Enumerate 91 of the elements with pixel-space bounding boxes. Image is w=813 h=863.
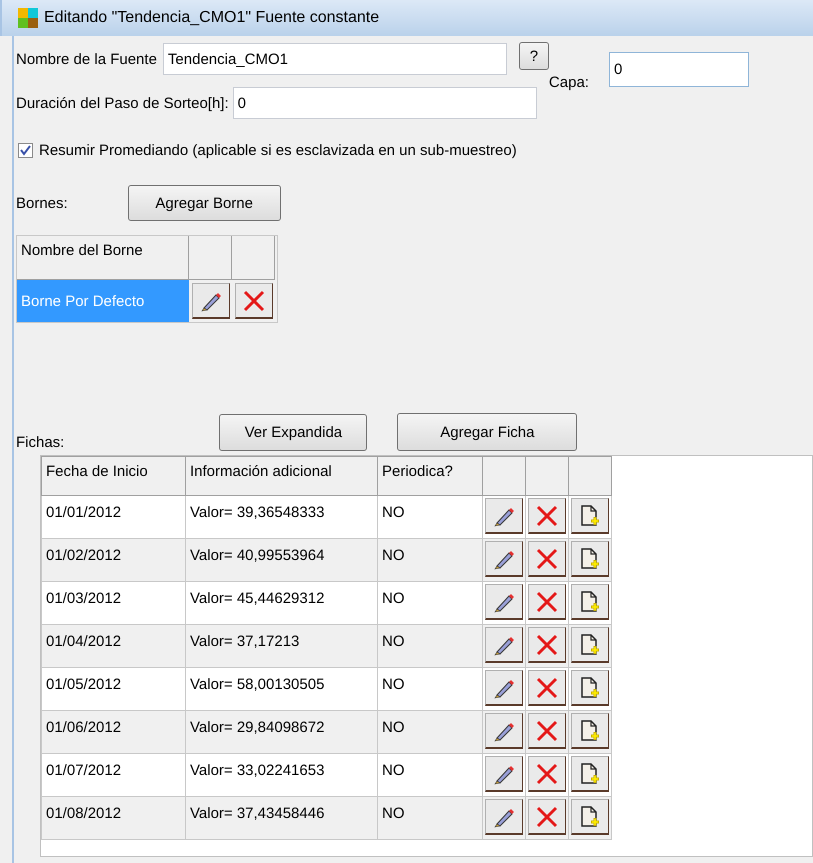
delete-button[interactable] [528, 498, 566, 534]
add-document-button[interactable] [571, 541, 609, 577]
edit-button[interactable] [485, 498, 523, 534]
add-terminal-button[interactable]: Agregar Borne [128, 185, 281, 221]
table-cell: NO [378, 582, 482, 624]
table-cell: NO [378, 668, 482, 710]
add-document-icon [579, 718, 601, 742]
column-header [482, 456, 526, 496]
edit-button[interactable] [485, 627, 523, 663]
edit-button[interactable] [485, 584, 523, 620]
table-cell: 01/02/2012 [42, 538, 186, 582]
table-cell: 01/08/2012 [42, 796, 186, 840]
input-field[interactable]: 0 [608, 52, 749, 87]
add-document-button[interactable] [571, 799, 609, 835]
table-cell: NO [378, 710, 482, 754]
expand-view-button[interactable]: Ver Expandida [219, 414, 368, 450]
table-cell: 01/05/2012 [42, 668, 186, 710]
table-cell: Valor= 58,00130505 [186, 668, 378, 710]
delete-icon [242, 288, 266, 312]
table-cell: NO [378, 624, 482, 668]
delete-button[interactable] [528, 799, 566, 835]
column-header: Fecha de Inicio [42, 456, 186, 496]
delete-button[interactable] [528, 756, 566, 792]
delete-button[interactable] [528, 670, 566, 706]
add-document-button[interactable] [571, 670, 609, 706]
edit-button[interactable] [485, 799, 523, 835]
add-record-button[interactable]: Agregar Ficha [397, 413, 578, 451]
column-header [526, 456, 568, 496]
table-cell: 01/01/2012 [42, 496, 186, 538]
delete-icon [535, 546, 559, 570]
table-cell: Valor= 37,43458446 [186, 796, 378, 840]
add-document-icon [579, 590, 601, 614]
edit-button[interactable] [485, 713, 523, 749]
add-document-button[interactable] [571, 498, 609, 534]
edit-button[interactable] [192, 283, 230, 319]
add-document-button[interactable] [571, 584, 609, 620]
checkbox[interactable] [18, 143, 33, 158]
table-cell: NO [378, 754, 482, 796]
table-cell: 01/04/2012 [42, 624, 186, 668]
column-header: Información adicional [186, 456, 378, 496]
delete-button[interactable] [234, 283, 272, 319]
add-document-icon [579, 762, 601, 786]
field-label: Duración del Paso de Sorteo[h]: [16, 94, 229, 112]
help-button[interactable]: ? [518, 42, 549, 70]
edit-button[interactable] [485, 670, 523, 706]
add-document-button[interactable] [571, 627, 609, 663]
add-document-button[interactable] [571, 756, 609, 792]
delete-icon [535, 632, 559, 656]
column-header: Periodica? [378, 456, 482, 496]
delete-icon [535, 504, 559, 528]
delete-icon [535, 718, 559, 742]
table-cell: Valor= 37,17213 [186, 624, 378, 668]
input-field[interactable]: 0 [232, 87, 537, 119]
edit-button[interactable] [485, 756, 523, 792]
table-cell: 01/03/2012 [42, 582, 186, 624]
column-header [232, 236, 275, 280]
column-header [568, 456, 612, 496]
add-document-icon [579, 632, 601, 656]
delete-button[interactable] [528, 713, 566, 749]
app-icon [18, 8, 38, 28]
table-cell: Valor= 45,44629312 [186, 582, 378, 624]
add-document-icon [579, 804, 601, 828]
delete-icon [535, 762, 559, 786]
add-document-button[interactable] [571, 713, 609, 749]
table-cell: Valor= 29,84098672 [186, 710, 378, 754]
table-cell: Valor= 40,99553964 [186, 538, 378, 582]
delete-icon [535, 676, 559, 700]
table-cell: 01/07/2012 [42, 754, 186, 796]
delete-button[interactable] [528, 627, 566, 663]
delete-button[interactable] [528, 541, 566, 577]
section-label: Fichas: [16, 434, 64, 450]
add-document-icon [579, 546, 601, 570]
checkbox-label: Resumir Promediando (aplicable si es esclavizada en un sub-muestreo) [39, 142, 517, 159]
delete-icon [535, 804, 559, 828]
table-cell: Valor= 33,02241653 [186, 754, 378, 796]
window-title: Editando "Tendencia_CMO1" Fuente constante [44, 9, 380, 27]
add-document-icon [579, 676, 601, 700]
add-document-icon [579, 504, 601, 528]
edit-button[interactable] [485, 541, 523, 577]
input-field[interactable]: Tendencia_CMO1 [162, 43, 507, 75]
delete-button[interactable] [528, 584, 566, 620]
table-cell: NO [378, 496, 482, 538]
section-label: Bornes: [16, 194, 68, 212]
field-label: Nombre de la Fuente [16, 50, 157, 68]
table-cell: NO [378, 538, 482, 582]
table-cell: Valor= 39,36548333 [186, 496, 378, 538]
table-cell: 01/06/2012 [42, 710, 186, 754]
delete-icon [535, 590, 559, 614]
table-cell: NO [378, 796, 482, 840]
column-header [189, 236, 232, 280]
field-label: Capa: [548, 74, 589, 93]
